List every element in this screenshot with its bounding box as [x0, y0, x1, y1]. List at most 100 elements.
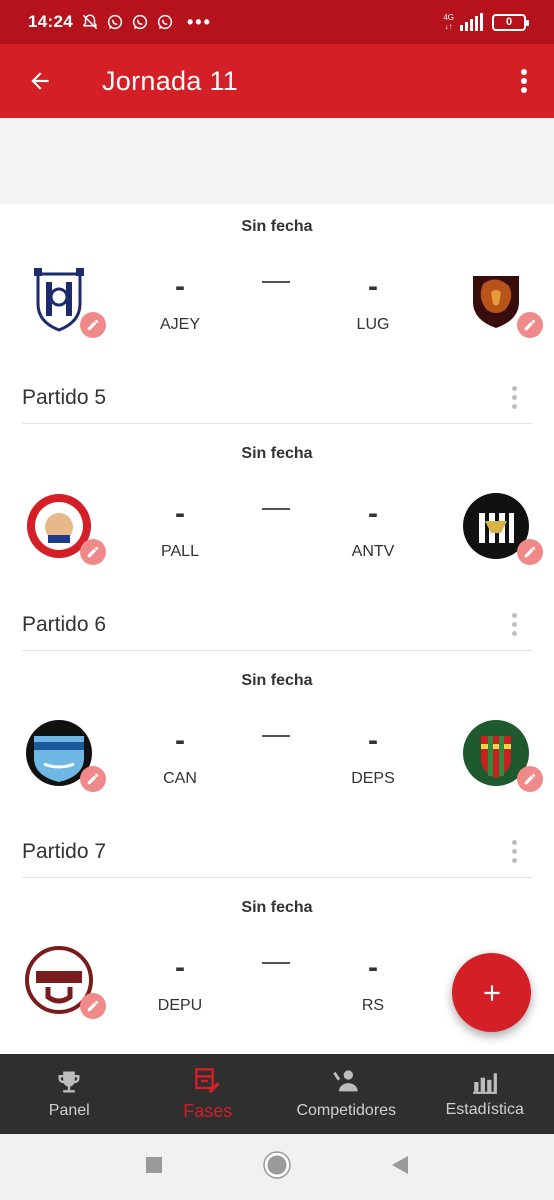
page-title: Jornada 11 — [102, 65, 239, 96]
network-type: 4G ↓↑ — [443, 13, 454, 31]
away-score: - — [368, 270, 378, 303]
edit-team-button[interactable] — [80, 766, 106, 792]
brackets-edit-icon — [194, 1067, 220, 1093]
bell-off-icon — [82, 14, 98, 30]
edit-team-button[interactable] — [517, 312, 543, 338]
plus-icon — [483, 984, 500, 1001]
system-navigation-bar — [0, 1134, 554, 1200]
network-label: 4G — [443, 13, 454, 22]
match-date: Sin fecha — [241, 218, 313, 235]
nav-fases[interactable]: Fases — [139, 1054, 278, 1134]
home-team-crest[interactable] — [24, 945, 106, 1019]
home-team-abbr: CAN — [163, 770, 197, 787]
group-menu-button[interactable] — [502, 383, 526, 413]
more-notifications-icon: ••• — [186, 11, 212, 32]
home-button[interactable] — [263, 1150, 291, 1184]
group-header-partido-6: Partido 6 — [22, 599, 532, 651]
group-menu-button[interactable] — [502, 610, 526, 640]
whatsapp-icon — [107, 14, 123, 30]
circle-icon — [263, 1150, 291, 1179]
group-header-partido-5: Partido 5 — [22, 372, 532, 424]
away-team-abbr: RS — [361, 997, 385, 1014]
nav-panel[interactable]: Panel — [0, 1054, 139, 1134]
edit-team-button[interactable] — [80, 312, 106, 338]
back-button[interactable] — [0, 44, 80, 118]
match-card[interactable]: Sin fecha - - AJEY LUG — [0, 204, 554, 364]
back-nav-button[interactable] — [391, 1155, 409, 1180]
ad-banner-area — [0, 118, 554, 204]
away-team-crest[interactable] — [461, 264, 543, 338]
pencil-icon — [87, 319, 99, 331]
nav-label: Estadística — [445, 1101, 524, 1118]
home-team-abbr: AJEY — [159, 316, 200, 333]
home-score: - — [175, 724, 185, 757]
away-team-crest[interactable] — [461, 491, 543, 565]
home-team-crest[interactable] — [24, 264, 106, 338]
pencil-icon — [87, 1000, 99, 1012]
nav-competidores[interactable]: Competidores — [277, 1054, 416, 1134]
nav-label: Fases — [183, 1100, 233, 1121]
nav-label: Competidores — [296, 1102, 397, 1119]
match-date: Sin fecha — [241, 445, 313, 462]
battery-level: 0 — [505, 15, 513, 28]
overflow-menu-button[interactable] — [494, 44, 554, 118]
pencil-icon — [524, 319, 536, 331]
versus-separator — [262, 281, 290, 283]
home-team-crest[interactable] — [24, 491, 106, 565]
home-team-crest[interactable] — [24, 718, 106, 792]
whatsapp-icon — [132, 14, 148, 30]
away-score: - — [368, 724, 378, 757]
home-score: - — [175, 497, 185, 530]
away-team-crest[interactable] — [461, 718, 543, 792]
match-card[interactable]: Sin fecha - - PALL ANTV — [0, 431, 554, 591]
edit-team-button[interactable] — [517, 766, 543, 792]
status-time: 14:24 — [28, 12, 73, 31]
away-team-abbr: LUG — [356, 316, 390, 333]
edit-team-button[interactable] — [80, 993, 106, 1019]
group-title: Partido 6 — [22, 612, 107, 636]
triangle-back-icon — [392, 1155, 408, 1174]
more-vert-icon — [521, 69, 527, 93]
match-card[interactable]: Sin fecha - - CAN DEPS — [0, 658, 554, 818]
away-team-abbr: DEPS — [351, 770, 395, 787]
versus-separator — [262, 508, 290, 510]
group-title: Partido 7 — [22, 839, 107, 863]
away-score: - — [368, 497, 378, 530]
status-bar: 14:24 ••• 4G ↓↑ 0 — [0, 0, 554, 44]
group-menu-button[interactable] — [502, 837, 526, 867]
matches-list[interactable]: Sin fecha - - AJEY LUG Partido 5 Sin fec… — [0, 204, 554, 1054]
away-team-abbr: ANTV — [351, 543, 395, 560]
pencil-icon — [524, 773, 536, 785]
whatsapp-icon — [157, 14, 173, 30]
edit-team-button[interactable] — [80, 539, 106, 565]
trophy-icon — [58, 1071, 80, 1093]
group-header-partido-7: Partido 7 — [22, 826, 532, 878]
add-match-button[interactable] — [452, 953, 531, 1032]
nav-label: Panel — [48, 1102, 90, 1119]
arrow-back-icon — [31, 72, 49, 90]
away-score: - — [368, 951, 378, 984]
edit-team-button[interactable] — [517, 539, 543, 565]
battery-icon: 0 — [492, 13, 529, 31]
versus-separator — [262, 962, 290, 964]
bottom-navigation: Panel Fases Competidores Estadística — [0, 1054, 554, 1134]
bar-chart-icon — [472, 1073, 497, 1094]
pencil-icon — [524, 546, 536, 558]
app-bar: Jornada 11 — [0, 44, 554, 118]
match-date: Sin fecha — [241, 672, 313, 689]
home-team-abbr: PALL — [161, 543, 199, 560]
home-team-abbr: DEPU — [157, 997, 203, 1014]
recents-button[interactable] — [145, 1156, 163, 1179]
nav-estadistica[interactable]: Estadística — [416, 1054, 554, 1134]
square-icon — [146, 1156, 162, 1173]
notification-icons: ••• — [81, 12, 212, 33]
home-score: - — [175, 951, 185, 984]
pencil-icon — [87, 773, 99, 785]
group-title: Partido 5 — [22, 385, 107, 409]
competitors-icon — [333, 1070, 358, 1092]
home-score: - — [175, 270, 185, 303]
pencil-icon — [87, 546, 99, 558]
match-date: Sin fecha — [241, 899, 313, 916]
signal-icon — [460, 13, 483, 31]
versus-separator — [262, 735, 290, 737]
